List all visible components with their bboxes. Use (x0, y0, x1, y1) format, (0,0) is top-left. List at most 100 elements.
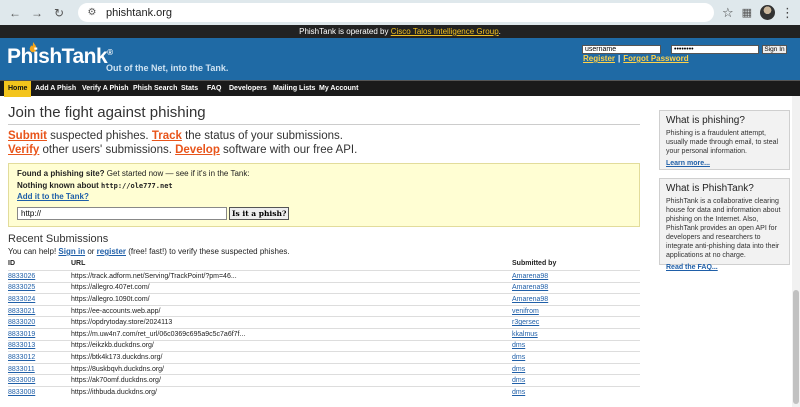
submission-id-link[interactable]: 8833020 (8, 319, 35, 326)
checked-url: http://ole777.net (100, 182, 173, 190)
submitter-link[interactable]: Amarena98 (512, 284, 548, 291)
nav-mailing-lists[interactable]: Mailing Lists (273, 81, 315, 97)
submitter-link[interactable]: dms (512, 389, 525, 396)
submitter-link[interactable]: r3gersec (512, 319, 539, 326)
what-is-phishing-title: What is phishing? (666, 115, 745, 126)
submission-url: https://ak70omf.duckdns.org/ (71, 374, 512, 387)
submission-id-link[interactable]: 8833012 (8, 354, 35, 361)
submission-id-link[interactable]: 8833013 (8, 342, 35, 349)
page-scrollbar[interactable] (792, 96, 800, 407)
submitter-link[interactable]: dms (512, 366, 525, 373)
forward-icon[interactable]: → (28, 4, 46, 22)
address-text: phishtank.org (106, 6, 173, 19)
forgot-password-link[interactable]: Forgot Password (623, 54, 688, 63)
submission-id-link[interactable]: 8833011 (8, 366, 35, 373)
submission-id-link[interactable]: 8833009 (8, 377, 35, 384)
reload-icon[interactable]: ↻ (50, 4, 68, 22)
browser-menu-icon[interactable]: ⋮ (781, 5, 794, 21)
nav-verify-a-phish[interactable]: Verify A Phish (82, 81, 129, 97)
nav-my-account[interactable]: My Account (319, 81, 358, 97)
submission-id-link[interactable]: 8833019 (8, 331, 35, 338)
what-is-phishtank-box: What is PhishTank? PhishTank is a collab… (659, 178, 790, 271)
nav-developers[interactable]: Developers (229, 81, 267, 97)
nav-faq[interactable]: FAQ (207, 81, 221, 97)
submitter-link[interactable]: Amarena98 (512, 296, 548, 303)
what-is-phishtank-body: PhishTank is a collaborative clearing ho… (666, 198, 781, 259)
table-row: 8833020 https://opdrytoday.store/2024113 r… (8, 316, 640, 329)
submission-id-link[interactable]: 8833008 (8, 389, 35, 396)
table-row: 8833025 https://allegro.407et.com/Amarena… (8, 281, 640, 294)
nav-phish-search[interactable]: Phish Search (133, 81, 177, 97)
what-is-phishing-body: Phishing is a fraudulent attempt, usuall… (666, 130, 779, 155)
operator-text: PhishTank is operated by (299, 27, 389, 36)
is-it-a-phish-button[interactable]: Is it a phish? (229, 207, 290, 220)
extensions-icon[interactable]: ▦ (742, 6, 752, 19)
recent-submissions-title: Recent Submissions (8, 233, 109, 245)
page-title: Join the fight against phishing (8, 104, 640, 125)
submission-url: https://track.adform.net/Serving/TrackPo… (71, 270, 512, 283)
address-bar[interactable]: ⚙ phishtank.org (78, 3, 714, 22)
phish-url-input[interactable] (17, 207, 227, 220)
develop-link[interactable]: Develop (175, 144, 220, 156)
found-question-rest: Get started now — see if it's in the Tan… (104, 169, 250, 178)
submit-link[interactable]: Submit (8, 130, 47, 142)
table-row: 8833021 https://ee-accounts.web.app/venif… (8, 304, 640, 317)
sign-in-button[interactable]: Sign In (762, 45, 787, 54)
sign-in-link[interactable]: Sign in (58, 247, 85, 256)
read-the-faq-link[interactable]: Read the FAQ... (666, 264, 718, 271)
pitch-verify-text: other users' submissions. (39, 144, 176, 156)
register-link[interactable]: Register (583, 54, 615, 63)
help-post: (free! fast!) to verify these suspected … (126, 247, 290, 256)
help-mid: or (85, 247, 97, 256)
table-row: 8833019 https://m.uw4n7.com/ret_url/06c03… (8, 327, 640, 341)
logo-registered-mark: ® (107, 48, 113, 57)
register-inline-link[interactable]: register (97, 247, 126, 256)
learn-more-link[interactable]: Learn more... (666, 160, 710, 167)
username-input[interactable] (582, 45, 661, 54)
submission-url: https://btk4k173.duckdns.org/ (71, 351, 512, 364)
pitch-develop-text: software with our free API. (219, 144, 358, 156)
scrollbar-thumb[interactable] (793, 290, 799, 404)
password-input[interactable] (671, 45, 759, 54)
nav-stats[interactable]: Stats (181, 81, 198, 97)
submission-url: https://eikzkb.duckdns.org/ (71, 339, 512, 352)
nav-home[interactable]: Home (4, 81, 32, 97)
submitter-link[interactable]: dms (512, 342, 525, 349)
table-row: 8833011 https://8uskbqvh.duckdns.org/dms (8, 362, 640, 375)
site-info-icon[interactable]: ⚙ (86, 7, 98, 19)
operator-text-end: . (498, 27, 501, 36)
submitter-link[interactable]: Amarena98 (512, 273, 548, 280)
submitter-link[interactable]: dms (512, 377, 525, 384)
submitter-link[interactable]: venifrom (512, 308, 539, 315)
tagline: Out of the Net, into the Tank. (106, 63, 229, 73)
nav-add-a-phish[interactable]: Add A Phish (35, 81, 76, 97)
submission-url: https://allegro.1090t.com/ (71, 293, 512, 306)
track-link[interactable]: Track (152, 130, 182, 142)
submitter-link[interactable]: kkalmus (512, 331, 538, 338)
table-row: 8833024 https://allegro.1090t.com/Amarena… (8, 293, 640, 306)
logo-text: PhishTank (7, 45, 108, 68)
main-nav: Home Add A Phish Verify A Phish Phish Se… (0, 80, 800, 97)
column-header-submitted-by: Submitted by (512, 260, 557, 267)
table-header-row: ID URL Submitted by (8, 259, 640, 271)
submission-id-link[interactable]: 8833024 (8, 296, 35, 303)
main-content: Join the fight against phishing Submit s… (8, 104, 640, 399)
login-separator: | (618, 54, 621, 63)
operator-banner: PhishTank is operated by Cisco Talos Int… (0, 25, 800, 38)
submission-id-link[interactable]: 8833026 (8, 273, 35, 280)
bookmark-star-icon[interactable]: ☆ (722, 5, 734, 21)
table-row: 8833026 https://track.adform.net/Serving/… (8, 270, 640, 283)
column-header-url: URL (71, 260, 86, 267)
verify-link[interactable]: Verify (8, 144, 39, 156)
submission-id-link[interactable]: 8833021 (8, 308, 35, 315)
add-to-tank-link[interactable]: Add it to the Tank? (17, 192, 89, 201)
site-logo[interactable]: PhishTank® (7, 45, 113, 69)
what-is-phishtank-title: What is PhishTank? (666, 183, 754, 194)
cisco-talos-link[interactable]: Cisco Talos Intelligence Group (391, 27, 499, 36)
found-question: Found a phishing site? Get started now —… (17, 169, 250, 178)
nothing-known: Nothing known about http://ole777.net (17, 181, 173, 190)
submitter-link[interactable]: dms (512, 354, 525, 361)
submission-id-link[interactable]: 8833025 (8, 284, 35, 291)
profile-avatar[interactable] (760, 5, 775, 20)
back-icon[interactable]: ← (6, 4, 24, 22)
